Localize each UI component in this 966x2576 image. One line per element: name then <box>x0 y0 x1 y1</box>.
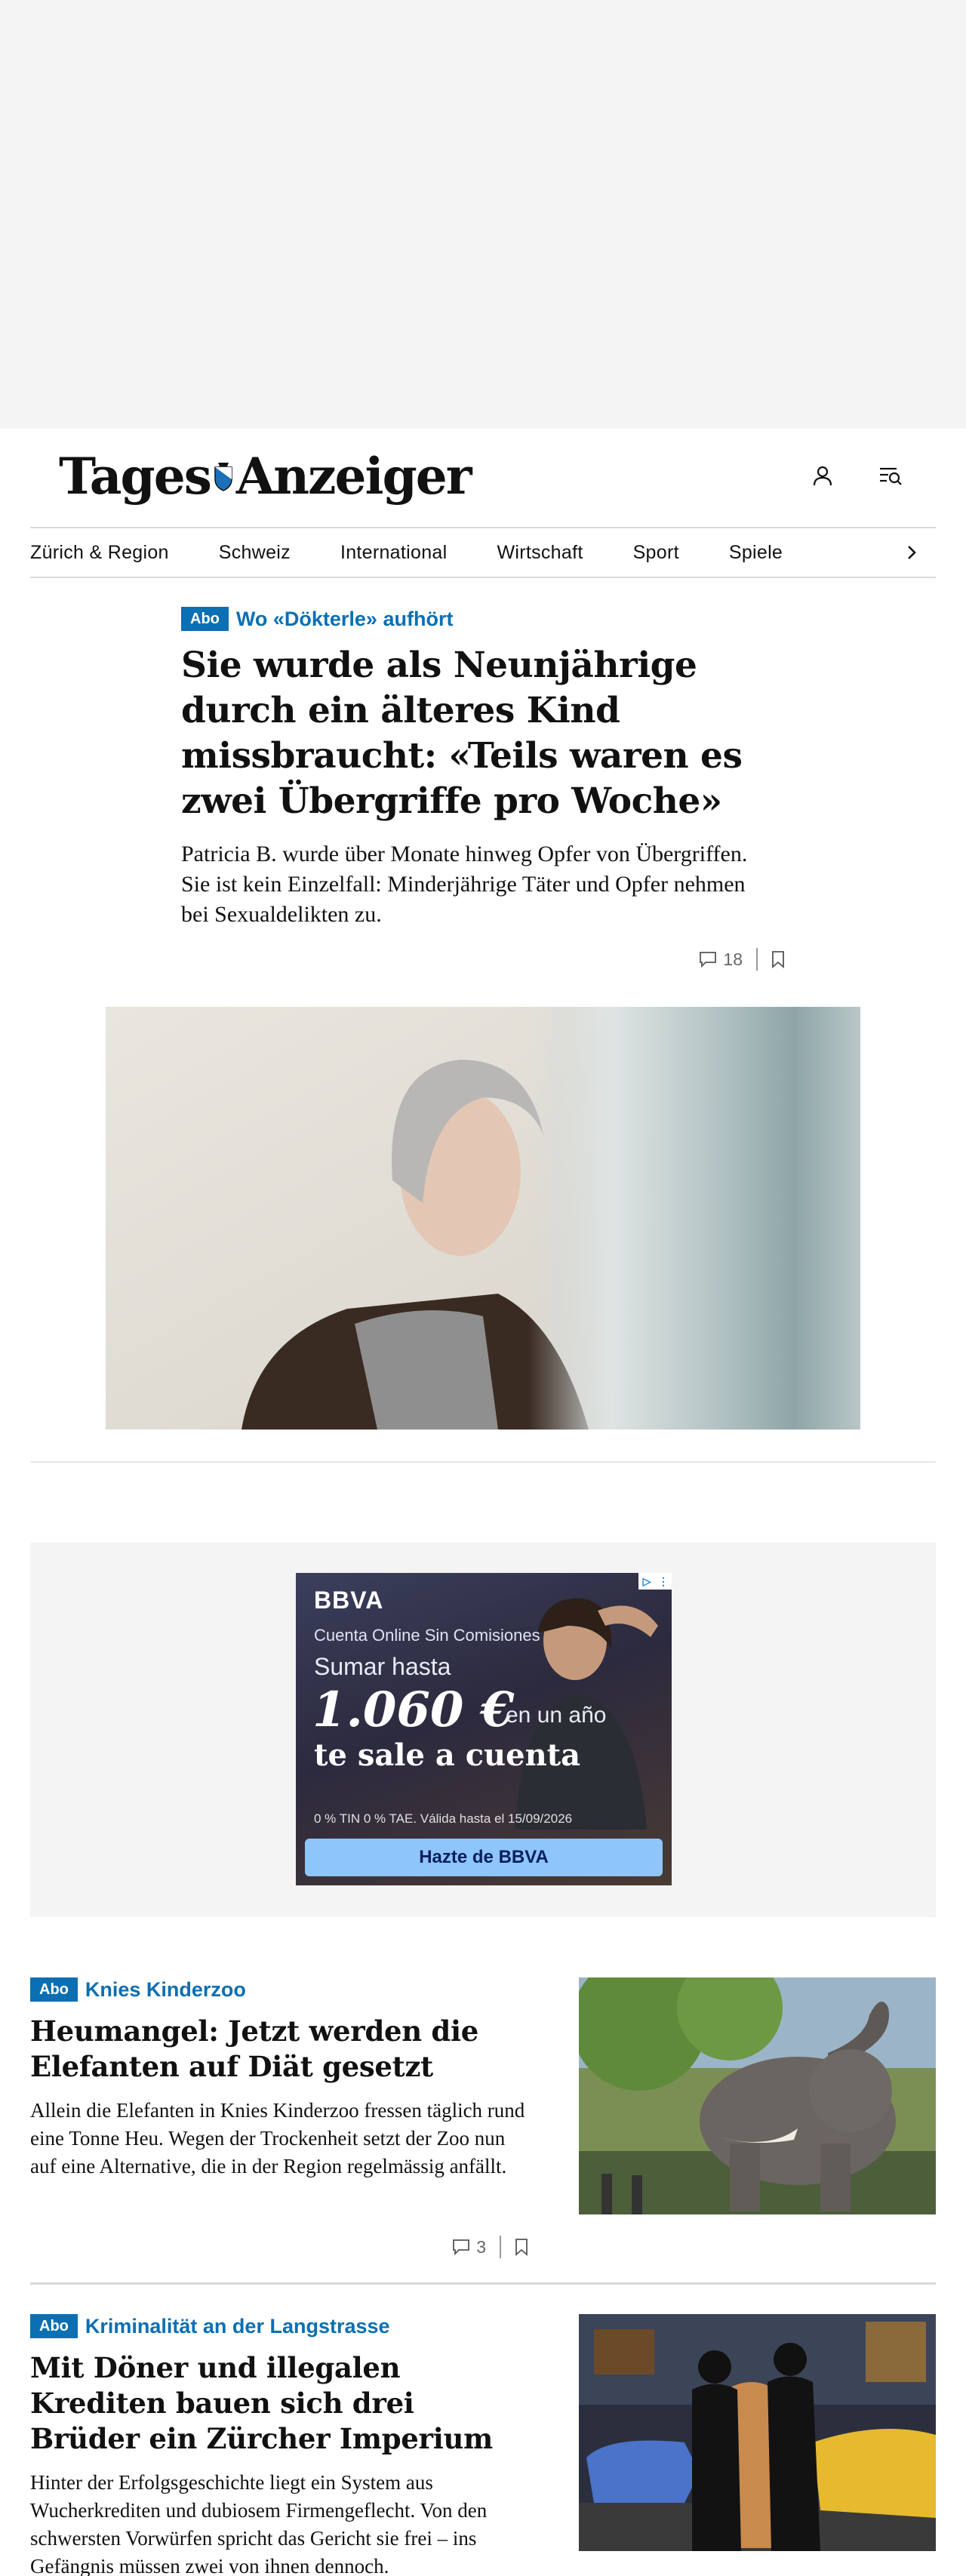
menu-search-icon[interactable] <box>874 459 907 492</box>
meta-divider <box>500 2236 501 2258</box>
crest-icon <box>214 463 232 491</box>
bbva-ad[interactable]: BBVA Cuenta Online Sin Comisiones Sumar … <box>296 1573 672 1885</box>
teaser-doener[interactable]: Abo Kriminalität an der Langstrasse Mit … <box>30 2314 936 2576</box>
bookmark-icon[interactable] <box>515 2238 528 2256</box>
site-header: Tages Anzeiger <box>0 429 966 527</box>
bookmark-icon[interactable] <box>771 950 785 968</box>
comments-link[interactable]: 18 <box>699 949 743 970</box>
kicker-text: Knies Kinderzoo <box>85 1977 246 2001</box>
article-kicker: Abo Knies Kinderzoo <box>30 1977 528 2002</box>
section-divider <box>30 1461 936 1463</box>
article-title[interactable]: Mit Döner und illegalen Krediten bauen s… <box>30 2350 528 2457</box>
ad-line2: Sumar hasta <box>314 1653 451 1680</box>
ad-line1: Cuenta Online Sin Comisiones <box>314 1626 540 1645</box>
abo-badge: Abo <box>30 1977 78 2002</box>
article-thumbnail[interactable] <box>579 1977 936 2214</box>
comment-icon <box>453 2239 470 2255</box>
comment-count: 18 <box>723 949 743 969</box>
main-nav: Zürich & Region Schweiz International Wi… <box>30 527 936 578</box>
meta-divider <box>756 948 758 971</box>
nav-item-wirtschaft[interactable]: Wirtschaft <box>497 542 583 564</box>
nav-item-schweiz[interactable]: Schweiz <box>219 542 291 564</box>
top-ad-placeholder <box>0 0 966 429</box>
site-logo[interactable]: Tages Anzeiger <box>59 451 472 501</box>
ad-line4: te sale a cuenta <box>314 1737 581 1773</box>
article-divider <box>30 2282 936 2285</box>
article-meta: 3 <box>30 2236 528 2258</box>
comment-count: 3 <box>476 2236 486 2257</box>
abo-badge: Abo <box>181 607 229 631</box>
ad-amount: 1.060 € <box>312 1682 515 1738</box>
kicker-text: Kriminalität an der Langstrasse <box>85 2314 390 2337</box>
adchoices-icon[interactable]: ▷ ⋮ <box>638 1573 672 1590</box>
nav-item-zuerich[interactable]: Zürich & Region <box>30 542 169 564</box>
kicker-text: Wo «Dökterle» aufhört <box>235 607 454 630</box>
nav-item-spiele[interactable]: Spiele <box>729 542 783 564</box>
article-thumbnail[interactable] <box>579 2314 936 2551</box>
chevron-right-icon[interactable] <box>901 542 922 563</box>
lead-article-image[interactable] <box>106 1007 860 1430</box>
user-icon[interactable] <box>806 459 839 492</box>
comments-link[interactable]: 3 <box>452 2237 486 2257</box>
lead-article[interactable]: Abo Wo «Dökterle» aufhört Sie wurde als … <box>181 607 770 930</box>
nav-item-sport[interactable]: Sport <box>633 542 679 564</box>
article-lead: Patricia B. wurde über Monate hinweg Opf… <box>181 842 748 927</box>
article-title[interactable]: Heumangel: Jetzt werden die Elefanten au… <box>30 2014 528 2085</box>
article-lead: Hinter der Erfolgsgeschichte liegt ein S… <box>30 2471 488 2576</box>
comment-icon <box>700 952 717 968</box>
ad-fine-print: 0 % TIN 0 % TAE. Válida hasta el 15/09/2… <box>314 1811 573 1826</box>
article-lead: Allein die Elefanten in Knies Kinderzoo … <box>30 2099 525 2177</box>
abo-badge: Abo <box>30 2314 78 2338</box>
ad-amount-suffix: en un año <box>506 1703 607 1728</box>
article-kicker: Abo Wo «Dökterle» aufhört <box>181 607 770 631</box>
ad-cta-button[interactable]: Hazte de BBVA <box>305 1839 663 1876</box>
article-title[interactable]: Sie wurde als Neunjährige durch ein älte… <box>181 643 770 824</box>
article-kicker: Abo Kriminalität an der Langstrasse <box>30 2314 528 2338</box>
ad-container: BBVA Cuenta Online Sin Comisiones Sumar … <box>30 1543 936 1917</box>
nav-item-international[interactable]: International <box>340 542 448 564</box>
ad-brand: BBVA <box>314 1587 384 1614</box>
lead-article-meta: 18 <box>181 948 785 971</box>
teaser-elephants[interactable]: Abo Knies Kinderzoo Heumangel: Jetzt wer… <box>30 1977 936 2279</box>
